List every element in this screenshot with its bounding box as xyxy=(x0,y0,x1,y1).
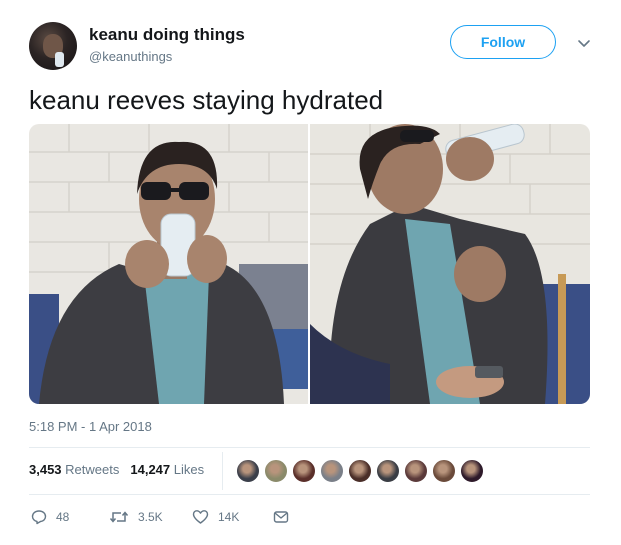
liker-avatar[interactable] xyxy=(432,459,456,483)
avatar-bottle xyxy=(55,52,64,67)
tweet-timestamp[interactable]: 5:18 PM - 1 Apr 2018 xyxy=(29,419,152,434)
reply-icon xyxy=(31,510,47,525)
like-button[interactable]: 14K xyxy=(192,509,239,525)
liker-avatar[interactable] xyxy=(236,459,260,483)
retweets-stat[interactable]: 3,453 Retweets xyxy=(29,462,119,477)
media-grid xyxy=(29,124,590,404)
retweet-button[interactable]: 3.5K xyxy=(109,509,163,525)
display-name[interactable]: keanu doing things xyxy=(89,25,245,45)
retweet-icon xyxy=(109,511,129,523)
likes-stat[interactable]: 14,247 Likes xyxy=(130,462,204,477)
reply-count: 48 xyxy=(56,510,70,524)
follow-button[interactable]: Follow xyxy=(450,25,556,59)
chevron-down-icon[interactable] xyxy=(575,34,593,52)
heart-icon xyxy=(192,510,209,524)
likes-label: Likes xyxy=(173,462,205,477)
divider-top xyxy=(29,447,590,448)
photo-right[interactable] xyxy=(310,124,590,404)
retweet-count: 3.5K xyxy=(138,510,163,524)
stats-separator xyxy=(222,452,223,490)
user-handle[interactable]: @keanuthings xyxy=(89,49,172,64)
dm-button[interactable] xyxy=(273,509,289,525)
photo-left[interactable] xyxy=(29,124,308,404)
retweets-count: 3,453 xyxy=(29,462,62,477)
divider-bottom xyxy=(29,494,590,495)
like-count: 14K xyxy=(218,510,240,524)
avatar[interactable] xyxy=(29,22,77,70)
engagement-stats: 3,453 Retweets 14,247 Likes xyxy=(29,462,204,477)
liker-avatar[interactable] xyxy=(348,459,372,483)
liker-avatar[interactable] xyxy=(376,459,400,483)
likes-count: 14,247 xyxy=(130,462,171,477)
liker-avatar[interactable] xyxy=(404,459,428,483)
liker-avatar[interactable] xyxy=(292,459,316,483)
envelope-icon xyxy=(273,511,289,523)
reply-button[interactable]: 48 xyxy=(31,509,69,525)
liker-avatar[interactable] xyxy=(320,459,344,483)
liker-avatar[interactable] xyxy=(460,459,484,483)
retweets-label: Retweets xyxy=(65,462,120,477)
liker-avatars xyxy=(236,459,488,483)
liker-avatar[interactable] xyxy=(264,459,288,483)
tweet-text: keanu reeves staying hydrated xyxy=(29,85,384,115)
